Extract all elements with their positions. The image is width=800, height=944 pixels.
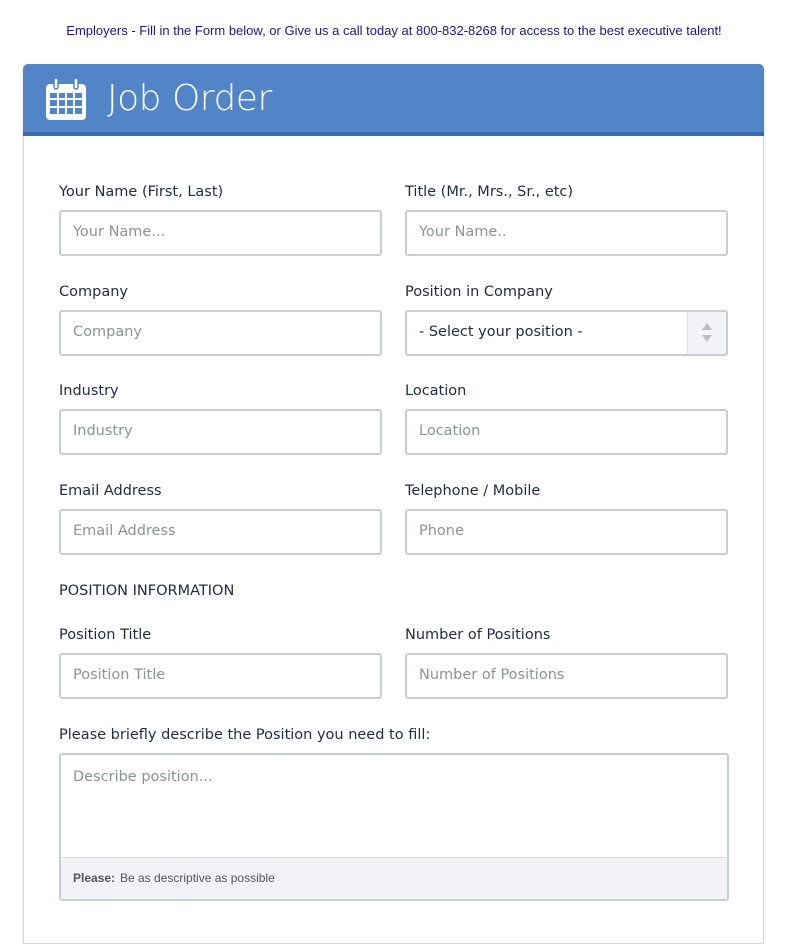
phone-label: Telephone / Mobile <box>405 483 541 499</box>
num-positions-label: Number of Positions <box>405 627 551 643</box>
phone-input[interactable]: Phone <box>405 509 728 555</box>
email-label: Email Address <box>59 483 162 499</box>
form-title: Job Order <box>107 78 272 119</box>
description-label: Please briefly describe the Position you… <box>59 727 431 743</box>
description-placeholder: Describe position... <box>73 769 213 785</box>
company-label: Company <box>59 284 128 300</box>
name-placeholder: Your Name... <box>73 224 166 240</box>
email-input[interactable]: Email Address <box>59 509 382 555</box>
form-header: Job Order <box>23 64 764 136</box>
calendar-icon <box>46 77 86 120</box>
position-title-placeholder: Position Title <box>73 667 166 683</box>
company-input[interactable]: Company <box>59 310 382 356</box>
location-placeholder: Location <box>419 423 481 439</box>
title-input[interactable]: Your Name.. <box>405 210 728 256</box>
intro-text: Employers - Fill in the Form below, or G… <box>66 23 722 38</box>
industry-input[interactable]: Industry <box>59 409 382 455</box>
title-label: Title (Mr., Mrs., Sr., etc) <box>405 184 574 200</box>
description-textarea[interactable]: Describe position... Please: Be as descr… <box>59 753 729 901</box>
note-bold: Please: <box>73 871 116 885</box>
title-placeholder: Your Name.. <box>419 224 507 240</box>
position-in-company-select[interactable]: - Select your position - <box>405 310 728 356</box>
num-positions-placeholder: Number of Positions <box>419 667 565 683</box>
position-select-value: - Select your position - <box>419 324 583 340</box>
industry-placeholder: Industry <box>73 423 133 439</box>
job-order-form: Job Order Your Name (First, Last) Your N… <box>23 64 764 944</box>
industry-label: Industry <box>59 383 119 399</box>
position-information-heading: POSITION INFORMATION <box>59 583 235 599</box>
name-input[interactable]: Your Name... <box>59 210 382 256</box>
location-input[interactable]: Location <box>405 409 728 455</box>
name-label: Your Name (First, Last) <box>59 184 224 200</box>
phone-placeholder: Phone <box>419 523 464 539</box>
position-title-input[interactable]: Position Title <box>59 653 382 699</box>
email-placeholder: Email Address <box>73 523 176 539</box>
num-positions-input[interactable]: Number of Positions <box>405 653 728 699</box>
position-in-company-label: Position in Company <box>405 284 553 300</box>
company-placeholder: Company <box>73 324 142 340</box>
select-arrows-icon[interactable] <box>687 312 726 354</box>
description-note: Please: Be as descriptive as possible <box>61 857 727 899</box>
note-text: Be as descriptive as possible <box>120 871 275 885</box>
position-title-label: Position Title <box>59 627 152 643</box>
location-label: Location <box>405 383 467 399</box>
